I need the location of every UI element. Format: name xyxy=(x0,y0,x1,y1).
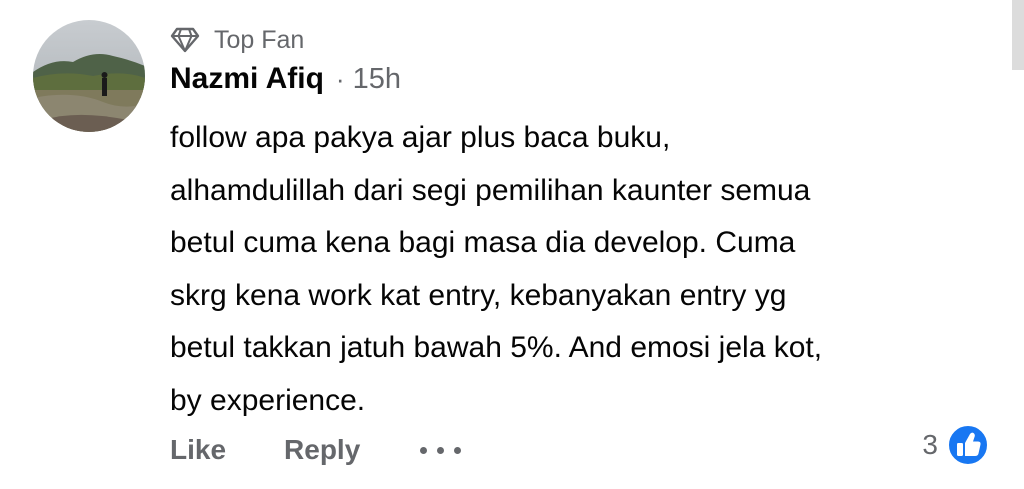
comment-header: Nazmi Afiq · 15h xyxy=(170,62,401,102)
comment-line: follow apa pakya ajar plus baca buku, xyxy=(170,121,671,154)
avatar[interactable] xyxy=(33,20,145,132)
comment-line: betul cuma kena bagi masa dia develop. C… xyxy=(170,226,796,259)
badge-label: Top Fan xyxy=(214,25,305,54)
scrollbar[interactable] xyxy=(1012,0,1024,70)
comment-line: betul takkan jatuh bawah 5%. And emosi j… xyxy=(170,331,823,364)
comment-line: by experience. xyxy=(170,383,366,417)
reaction-count: 3 xyxy=(922,429,938,460)
more-options-icon[interactable] xyxy=(420,430,462,470)
comment-line: skrg kena work kat entry, kebanyakan ent… xyxy=(170,278,787,312)
diamond-icon xyxy=(170,27,200,53)
comment-line: alhamdulillah dari segi pemilihan kaunte… xyxy=(170,173,811,207)
top-fan-badge: Top Fan xyxy=(170,25,304,55)
reactions-summary[interactable]: 3 xyxy=(922,420,990,470)
comment-actions: Like Reply xyxy=(170,430,462,470)
author-name[interactable]: Nazmi Afiq xyxy=(170,62,324,96)
timestamp[interactable]: 15h xyxy=(353,63,401,96)
like-reaction-icon xyxy=(947,424,989,466)
avatar-photo xyxy=(33,20,145,132)
like-button[interactable]: Like xyxy=(170,434,226,466)
comment-body: follow apa pakya ajar plus baca buku, al… xyxy=(170,112,1005,427)
separator-dot: · xyxy=(335,64,345,94)
reply-button[interactable]: Reply xyxy=(284,434,360,466)
